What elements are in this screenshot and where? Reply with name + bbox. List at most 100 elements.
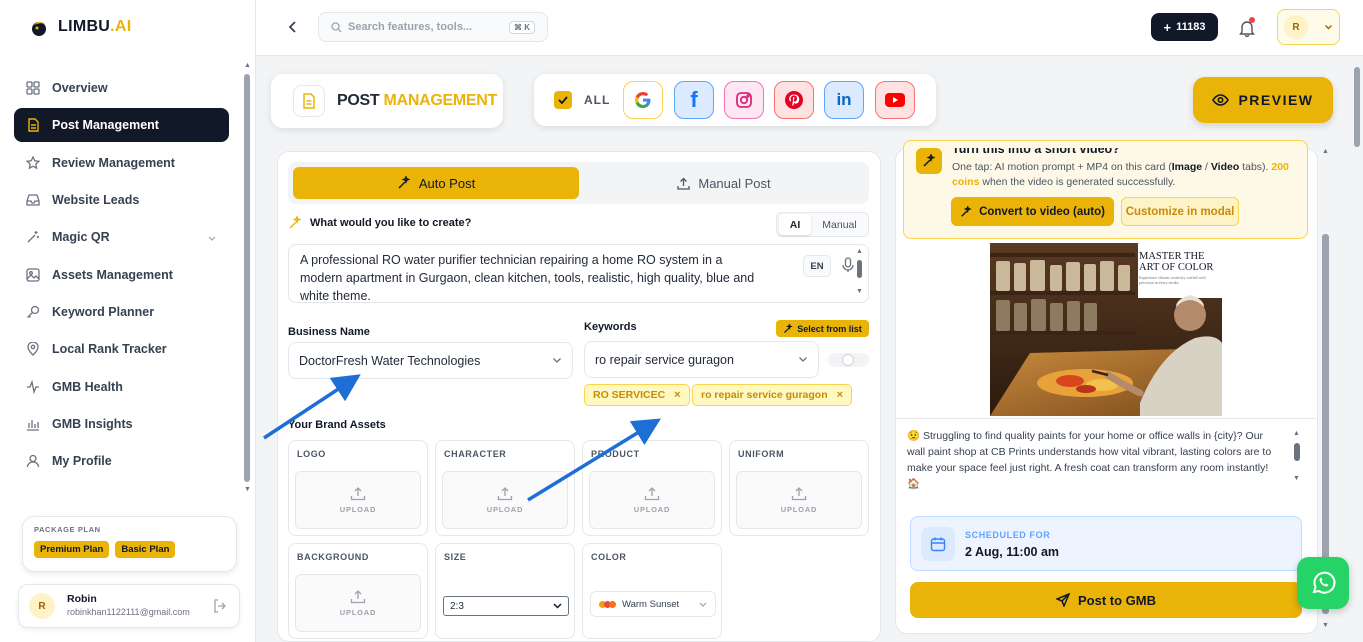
- upload-dropzone[interactable]: UPLOAD: [589, 471, 715, 529]
- platform-youtube[interactable]: [875, 81, 915, 119]
- mode-manual-button[interactable]: Manual: [811, 219, 868, 231]
- avatar: R: [1284, 15, 1308, 39]
- language-button[interactable]: EN: [803, 255, 831, 277]
- platform-instagram[interactable]: [724, 81, 764, 119]
- sidebar-item-assets-management[interactable]: Assets Management: [14, 258, 229, 292]
- sidebar-item-label: Post Management: [52, 118, 159, 132]
- remove-chip-icon[interactable]: ×: [837, 389, 843, 401]
- preview-label: PREVIEW: [1238, 92, 1314, 108]
- upload-icon: [350, 487, 366, 501]
- asset-slot-product: PRODUCT UPLOAD: [582, 440, 722, 536]
- logout-icon[interactable]: [213, 599, 227, 616]
- scroll-up-arrow-icon[interactable]: ▲: [856, 248, 863, 255]
- size-value: 2:3: [450, 600, 464, 612]
- select-all-checkbox[interactable]: [554, 91, 572, 109]
- business-name-select[interactable]: DoctorFresh Water Technologies: [288, 342, 573, 379]
- keyword-select[interactable]: ro repair service guragon: [584, 341, 819, 378]
- sidebar-item-local-rank-tracker[interactable]: Local Rank Tracker: [14, 332, 229, 366]
- upload-dropzone[interactable]: UPLOAD: [736, 471, 862, 529]
- app-logo[interactable]: LIMBU.AI: [28, 16, 132, 38]
- tab-manual-post[interactable]: Manual Post: [584, 167, 864, 199]
- scroll-up-arrow-icon[interactable]: ▲: [1322, 148, 1329, 155]
- user-card[interactable]: R Robin robinkhan1122111@gmail.com: [18, 584, 240, 628]
- scroll-up-arrow-icon[interactable]: ▲: [244, 62, 251, 69]
- sidebar-item-label: Magic QR: [52, 230, 110, 244]
- scrollbar-thumb[interactable]: [1354, 67, 1360, 147]
- keyword-toggle[interactable]: [828, 353, 869, 367]
- select-all-label: ALL: [584, 93, 611, 107]
- color-select[interactable]: Warm Sunset: [590, 591, 716, 617]
- convert-to-video-button[interactable]: Convert to video (auto): [951, 197, 1114, 226]
- platform-google[interactable]: [623, 81, 663, 119]
- size-label: SIZE: [444, 552, 467, 562]
- sidebar-item-label: Local Rank Tracker: [52, 342, 167, 356]
- page-scrollbar[interactable]: [1353, 62, 1361, 642]
- upload-dropzone[interactable]: UPLOAD: [295, 574, 421, 632]
- caption-scrollbar[interactable]: ▲ ▼: [1292, 430, 1302, 486]
- prompt-scrollbar[interactable]: ▲ ▼: [855, 248, 865, 300]
- package-plan-title: PACKAGE PLAN: [34, 525, 101, 534]
- sidebar-item-gmb-insights[interactable]: GMB Insights: [14, 407, 229, 441]
- preview-button[interactable]: PREVIEW: [1193, 77, 1333, 123]
- select-from-list-button[interactable]: Select from list: [776, 320, 869, 337]
- sparkle-wand-icon: [784, 323, 794, 333]
- search-placeholder: Search features, tools...: [348, 21, 473, 33]
- whatsapp-button[interactable]: [1297, 557, 1349, 609]
- asset-slot-background: BACKGROUND UPLOAD: [288, 543, 428, 639]
- scroll-up-arrow-icon[interactable]: ▲: [1293, 430, 1300, 437]
- sidebar-item-review-management[interactable]: Review Management: [14, 146, 229, 180]
- keywords-label: Keywords: [584, 321, 637, 333]
- tab-auto-post[interactable]: Auto Post: [293, 167, 579, 199]
- scrollbar-thumb[interactable]: [857, 260, 862, 278]
- profile-menu-button[interactable]: R: [1277, 9, 1340, 45]
- sidebar-item-website-leads[interactable]: Website Leads: [14, 183, 229, 217]
- sidebar-scrollbar[interactable]: ▲ ▼: [243, 62, 251, 496]
- sidebar-item-keyword-planner[interactable]: Keyword Planner: [14, 295, 229, 329]
- prompt-textarea[interactable]: A professional RO water purifier technic…: [288, 244, 869, 303]
- post-caption: 😟 Struggling to find quality paints for …: [896, 418, 1316, 498]
- sidebar-item-label: Assets Management: [52, 268, 173, 282]
- scroll-down-arrow-icon[interactable]: ▼: [1322, 622, 1329, 629]
- scroll-down-arrow-icon[interactable]: ▼: [1293, 475, 1300, 482]
- notifications-button[interactable]: [1232, 14, 1262, 42]
- wand-icon: [26, 230, 40, 244]
- asset-slot-uniform: UNIFORM UPLOAD: [729, 440, 869, 536]
- platform-facebook[interactable]: f: [674, 81, 714, 119]
- bar-chart-icon: [26, 417, 40, 431]
- platform-linkedin[interactable]: in: [824, 81, 864, 119]
- grid-icon: [26, 81, 40, 95]
- remove-chip-icon[interactable]: ×: [674, 389, 680, 401]
- sidebar-item-label: My Profile: [52, 454, 112, 468]
- user-email: robinkhan1122111@gmail.com: [67, 607, 190, 617]
- scrollbar-thumb[interactable]: [244, 74, 250, 482]
- search-input[interactable]: Search features, tools... ⌘ K: [318, 12, 548, 42]
- chevron-down-icon: [699, 602, 707, 607]
- keyword-value: ro repair service guragon: [595, 352, 734, 367]
- sidebar-item-my-profile[interactable]: My Profile: [14, 444, 229, 478]
- sparkle-wand-icon: [961, 205, 972, 217]
- plan-badge: Premium Plan: [34, 541, 110, 558]
- customize-in-modal-button[interactable]: Customize in modal: [1121, 197, 1239, 226]
- platform-pinterest[interactable]: [774, 81, 814, 119]
- scroll-down-arrow-icon[interactable]: ▼: [856, 288, 863, 295]
- sidebar-item-magic-qr[interactable]: Magic QR: [14, 220, 229, 254]
- microphone-icon[interactable]: [842, 257, 854, 276]
- mode-ai-button[interactable]: AI: [779, 214, 811, 235]
- size-select[interactable]: 2:3: [443, 596, 569, 616]
- sparkle-wand-icon: [289, 216, 302, 229]
- sidebar-item-post-management[interactable]: Post Management: [14, 108, 229, 142]
- notification-dot: [1249, 17, 1255, 23]
- page-title: POST MANAGEMENT: [337, 92, 497, 109]
- upload-dropzone[interactable]: UPLOAD: [295, 471, 421, 529]
- sidebar-item-overview[interactable]: Overview: [14, 71, 229, 105]
- business-name-value: DoctorFresh Water Technologies: [299, 353, 481, 368]
- scrollbar-thumb[interactable]: [1294, 443, 1300, 461]
- scroll-down-arrow-icon[interactable]: ▼: [244, 486, 251, 493]
- upload-dropzone[interactable]: UPLOAD: [442, 471, 568, 529]
- coins-button[interactable]: + 11183: [1151, 13, 1218, 41]
- asset-title: LOGO: [297, 449, 326, 459]
- post-to-gmb-button[interactable]: Post to GMB: [910, 582, 1302, 618]
- back-button[interactable]: [280, 14, 306, 40]
- sidebar-item-gmb-health[interactable]: GMB Health: [14, 370, 229, 404]
- facebook-icon: f: [690, 87, 698, 112]
